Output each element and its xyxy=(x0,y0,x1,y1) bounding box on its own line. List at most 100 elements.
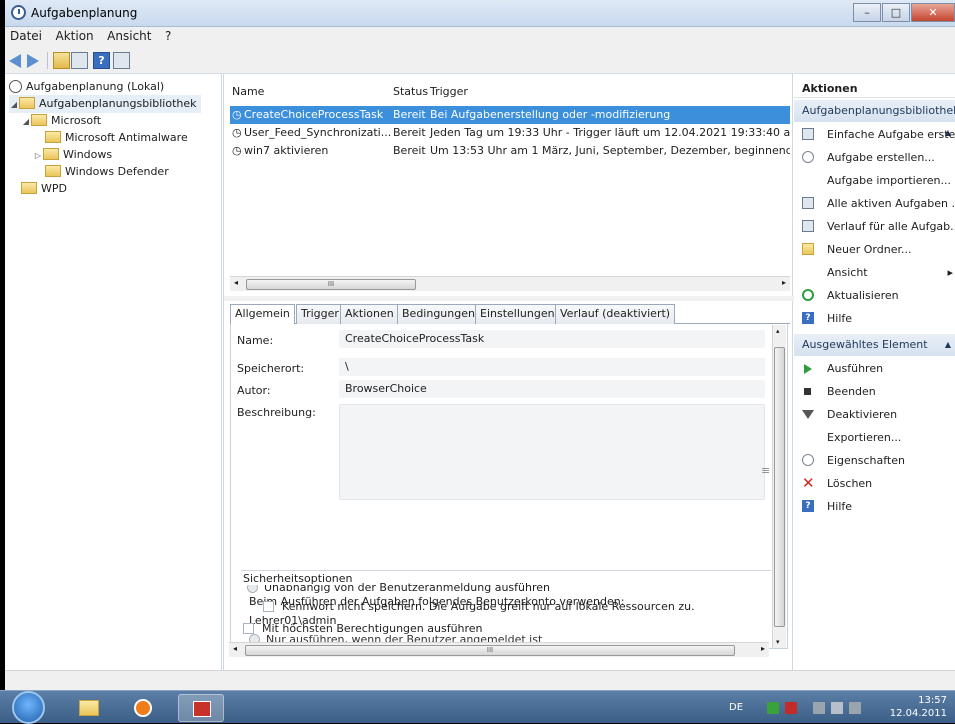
checkbox-label: Kennwort nicht speichern. Die Aufgabe gr… xyxy=(282,600,695,613)
action-center-icon[interactable] xyxy=(813,702,825,714)
folder-icon xyxy=(45,131,61,143)
task-list-horizontal-scrollbar[interactable]: ◂ III ▸ xyxy=(230,276,790,291)
tree-item-microsoft[interactable]: ◢ Microsoft xyxy=(21,112,101,130)
action-create-basic-task[interactable]: Einfache Aufgabe erste... xyxy=(794,123,955,146)
task-clock-icon: ◷ xyxy=(232,108,242,121)
scroll-thumb[interactable]: III xyxy=(246,279,416,290)
forward-arrow-icon[interactable] xyxy=(27,54,39,68)
tab-allgemein[interactable]: Allgemein xyxy=(230,304,295,325)
tab-bedingungen[interactable]: Bedingungen xyxy=(397,304,480,324)
action-create-task[interactable]: Aufgabe erstellen... xyxy=(794,146,955,169)
details-horizontal-scrollbar[interactable]: ◂ III ▸ xyxy=(229,642,769,657)
close-button[interactable]: ✕ xyxy=(911,3,955,22)
scroll-left-arrow-icon[interactable]: ◂ xyxy=(234,278,238,287)
action-disable[interactable]: Deaktivieren xyxy=(794,403,955,426)
scroll-right-arrow-icon[interactable]: ▸ xyxy=(761,644,765,653)
menu-datei[interactable]: Datei xyxy=(5,27,47,45)
task-scheduler-icon xyxy=(11,5,26,20)
tree-item-wpd[interactable]: WPD xyxy=(21,180,67,198)
tree-label: WPD xyxy=(41,182,67,195)
details-vertical-scrollbar[interactable]: ▴ ▾ xyxy=(772,325,786,648)
action-label: Exportieren... xyxy=(827,431,902,444)
scroll-up-arrow-icon[interactable]: ▴ xyxy=(776,327,780,335)
actions-section-selected[interactable]: Ausgewähltes Element ▲ xyxy=(794,334,955,356)
back-arrow-icon[interactable] xyxy=(9,54,21,68)
tab-einstellungen[interactable]: Einstellungen xyxy=(475,304,560,324)
author-field[interactable]: BrowserChoice xyxy=(339,380,765,398)
tree-item-library[interactable]: ◢ Aufgabenplanungsbibliothek xyxy=(9,95,201,113)
action-properties[interactable]: Eigenschaften xyxy=(794,449,955,472)
action-enable-history[interactable]: Verlauf für alle Aufgab... xyxy=(794,215,955,238)
collapse-arrow-icon[interactable]: ▲ xyxy=(945,334,951,356)
menu-ansicht[interactable]: Ansicht xyxy=(102,27,156,45)
collapse-arrow-icon[interactable]: ◢ xyxy=(21,113,31,131)
show-hide-tree-icon[interactable] xyxy=(71,52,88,69)
tree-item-antimalware[interactable]: Microsoft Antimalware xyxy=(45,129,188,147)
task-scheduler-taskbar-button[interactable] xyxy=(178,694,224,722)
task-row[interactable]: ◷ win7 aktivieren Bereit Um 13:53 Uhr am… xyxy=(230,142,790,160)
minimize-button[interactable]: – xyxy=(853,3,881,22)
actions-section-library[interactable]: Aufgabenplanungsbibliothek ▲ xyxy=(794,100,955,137)
checkbox-icon[interactable] xyxy=(243,622,254,634)
tab-trigger[interactable]: Trigger xyxy=(296,304,344,324)
clock[interactable]: 13:57 12.04.2011 xyxy=(890,694,947,720)
collapse-arrow-icon[interactable]: ◢ xyxy=(9,96,19,114)
location-field[interactable]: \ xyxy=(339,358,765,376)
properties-icon xyxy=(802,454,814,466)
display-icon[interactable] xyxy=(831,702,843,714)
scroll-left-arrow-icon[interactable]: ◂ xyxy=(233,644,237,653)
folder-icon xyxy=(21,182,37,194)
detail-tabs: Allgemein Trigger Aktionen Bedingungen E… xyxy=(230,304,790,325)
explorer-taskbar-button[interactable] xyxy=(66,694,112,722)
action-new-folder[interactable]: Neuer Ordner... xyxy=(794,238,955,261)
tree-item-root[interactable]: Aufgabenplanung (Lokal) xyxy=(9,78,164,96)
maximize-button[interactable]: □ xyxy=(882,3,910,22)
checkbox-no-password[interactable]: Kennwort nicht speichern. Die Aufgabe gr… xyxy=(263,600,695,613)
help-icon[interactable]: ? xyxy=(93,52,110,69)
column-header-name[interactable]: Name xyxy=(232,85,264,98)
action-import-task[interactable]: Aufgabe importieren... xyxy=(794,169,955,192)
language-indicator[interactable]: DE xyxy=(729,702,743,713)
tree-label: Aufgabenplanung (Lokal) xyxy=(26,80,165,93)
expand-arrow-icon[interactable]: ▷ xyxy=(33,147,43,165)
scroll-thumb[interactable] xyxy=(774,347,785,627)
history-icon xyxy=(802,220,814,232)
description-field[interactable] xyxy=(339,404,765,500)
action-show-running-tasks[interactable]: Alle aktiven Aufgaben ... xyxy=(794,192,955,215)
up-folder-icon[interactable] xyxy=(53,52,70,69)
toolbar-separator xyxy=(47,52,48,69)
scroll-right-arrow-icon[interactable]: ▸ xyxy=(782,278,786,287)
action-end[interactable]: Beenden xyxy=(794,380,955,403)
action-help[interactable]: ? Hilfe xyxy=(794,307,955,330)
action-export[interactable]: Exportieren... xyxy=(794,426,955,449)
checkbox-highest-privileges[interactable]: Mit höchsten Berechtigungen ausführen xyxy=(243,622,483,635)
column-header-status[interactable]: Status xyxy=(393,85,428,98)
name-field[interactable]: CreateChoiceProcessTask xyxy=(339,330,765,348)
column-header-trigger[interactable]: Trigger xyxy=(430,85,468,98)
scroll-down-arrow-icon[interactable]: ▾ xyxy=(776,638,780,646)
task-row[interactable]: ◷ User_Feed_Synchronizati... Bereit Jede… xyxy=(230,124,790,142)
speaker-muted-icon[interactable] xyxy=(849,702,861,714)
action-run[interactable]: Ausführen xyxy=(794,357,955,380)
pane-splitter[interactable] xyxy=(224,296,794,301)
menu-help[interactable]: ? xyxy=(160,27,176,45)
show-hide-action-pane-icon[interactable] xyxy=(113,52,130,69)
task-row[interactable]: ◷ CreateChoiceProcessTask Bereit Bei Auf… xyxy=(230,106,790,124)
security-alert-icon[interactable] xyxy=(785,702,797,714)
task-clock-icon: ◷ xyxy=(232,144,242,157)
start-button[interactable] xyxy=(12,691,45,724)
tree-item-defender[interactable]: Windows Defender xyxy=(45,163,169,181)
scroll-thumb[interactable]: III xyxy=(245,645,735,656)
tab-verlauf[interactable]: Verlauf (deaktiviert) xyxy=(555,304,676,324)
action-help-selected[interactable]: ? Hilfe xyxy=(794,495,955,518)
action-delete[interactable]: ✕ Löschen xyxy=(794,472,955,495)
network-icon[interactable] xyxy=(767,702,779,714)
tree-item-windows[interactable]: ▷ Windows xyxy=(33,146,112,164)
checkbox-icon[interactable] xyxy=(263,600,274,612)
tab-aktionen[interactable]: Aktionen xyxy=(340,304,399,324)
menu-aktion[interactable]: Aktion xyxy=(51,27,99,45)
folder-icon xyxy=(43,148,59,160)
media-player-taskbar-button[interactable] xyxy=(120,694,166,722)
action-view[interactable]: Ansicht ▸ xyxy=(794,261,955,284)
action-refresh[interactable]: Aktualisieren xyxy=(794,284,955,307)
